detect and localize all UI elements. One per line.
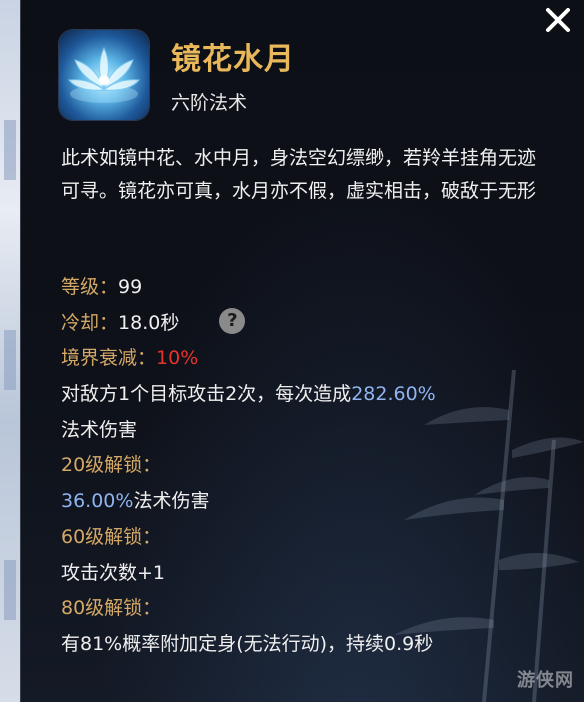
unlock60-label-row: 60级解锁： bbox=[61, 520, 561, 556]
cooldown-value: 18.0秒 bbox=[118, 311, 180, 334]
unlock60-text: 攻击次数+1 bbox=[61, 561, 166, 584]
watermark: 游侠网 bbox=[517, 670, 574, 691]
effect-prefix: 对敌方1个目标攻击2次，每次造成 bbox=[61, 383, 352, 406]
unlock80-row: 有81%概率附加定身(无法行动)，持续0.9秒 bbox=[61, 627, 561, 663]
background-edge bbox=[0, 0, 22, 702]
effect-row-2: 法术伤害 bbox=[61, 413, 561, 449]
unlock80-label: 80级解锁： bbox=[61, 597, 162, 620]
unlock60-label: 60级解锁： bbox=[61, 525, 162, 548]
skill-tooltip-panel: 镜花水月 六阶法术 此术如镜中花、水中月，身法空幻缥缈，若羚羊挂角无迹可寻。镜花… bbox=[20, 0, 584, 702]
level-label: 等级： bbox=[61, 276, 119, 298]
unlock20-label-row: 20级解锁： bbox=[61, 448, 561, 484]
unlock20-suffix: 法术伤害 bbox=[133, 490, 210, 513]
cooldown-row: 冷却：18.0秒? bbox=[61, 306, 561, 342]
decay-label: 境界衰减： bbox=[61, 347, 157, 370]
unlock20-row: 36.00%法术伤害 bbox=[61, 484, 561, 520]
skill-icon bbox=[59, 30, 149, 120]
lotus-icon bbox=[68, 46, 140, 103]
unlock80-label-row: 80级解锁： bbox=[61, 591, 561, 627]
skill-description: 此术如镜中花、水中月，身法空幻缥缈，若羚羊挂角无迹可寻。镜花亦可真，水月亦不假，… bbox=[61, 147, 537, 202]
unlock80-text: 有81%概率附加定身(无法行动)，持续0.9秒 bbox=[61, 632, 434, 655]
level-row: 等级：99 bbox=[61, 270, 561, 306]
unlock20-value: 36.00% bbox=[61, 490, 134, 513]
decay-row: 境界衰减：10% bbox=[61, 341, 561, 377]
effect-value: 282.60% bbox=[351, 383, 436, 406]
unlock60-row: 攻击次数+1 bbox=[61, 556, 561, 592]
unlock20-label: 20级解锁： bbox=[61, 454, 162, 477]
level-value: 99 bbox=[118, 276, 143, 298]
close-icon bbox=[546, 8, 570, 32]
decay-value: 10% bbox=[156, 347, 199, 370]
effect-row: 对敌方1个目标攻击2次，每次造成282.60% bbox=[61, 377, 561, 413]
skill-name: 镜花水月 bbox=[171, 42, 295, 77]
skill-stats: 等级：99 冷却：18.0秒? 境界衰减：10% 对敌方1个目标攻击2次，每次造… bbox=[61, 270, 561, 663]
question-icon[interactable]: ? bbox=[219, 308, 246, 335]
cooldown-label: 冷却： bbox=[61, 311, 119, 334]
skill-tier: 六阶法术 bbox=[171, 92, 248, 114]
close-button[interactable] bbox=[540, 2, 576, 38]
effect-suffix: 法术伤害 bbox=[61, 418, 138, 441]
